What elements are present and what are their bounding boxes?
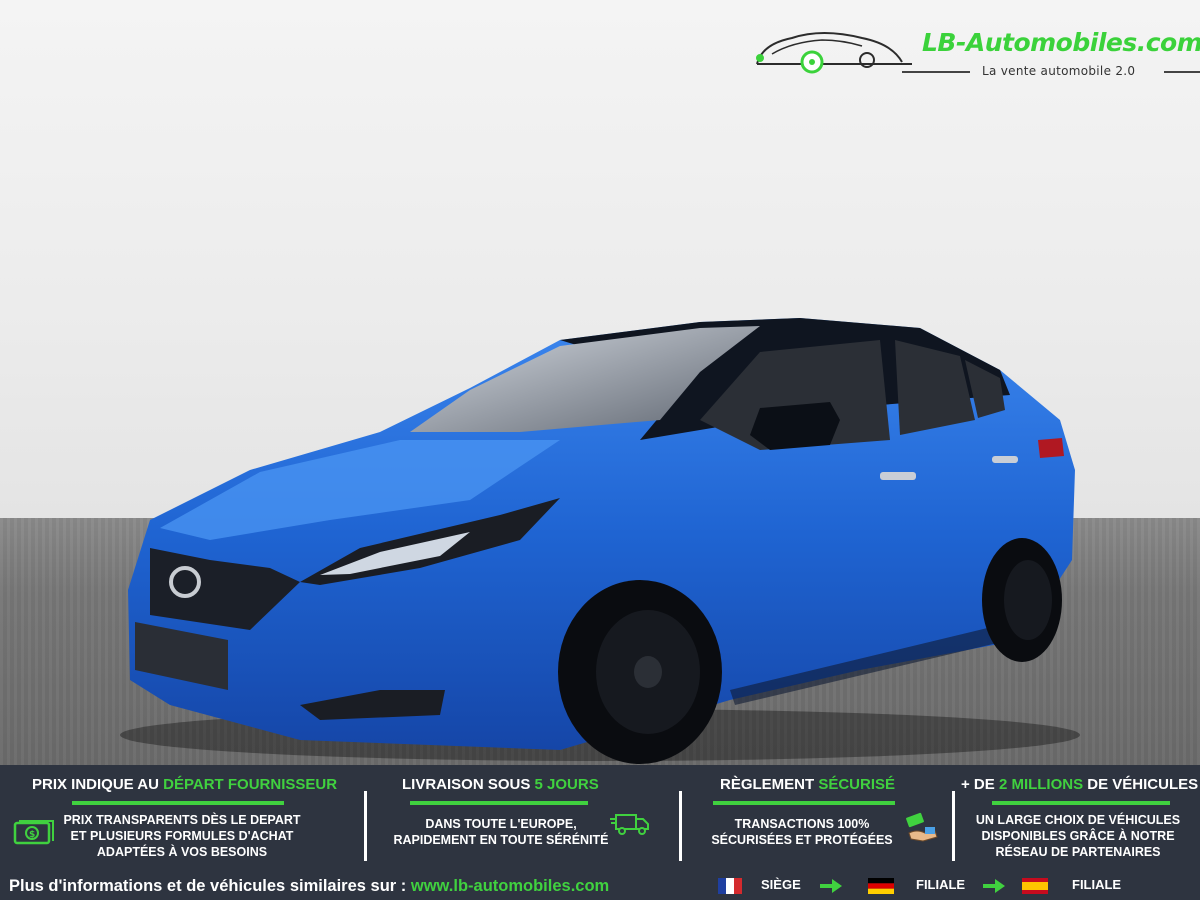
location-label: FILIALE — [916, 877, 966, 892]
logo-car-icon — [756, 32, 912, 74]
vehicles-title: + DE 2 MILLIONS DE VÉHICULES — [961, 776, 1199, 793]
banner-column-delivery: LIVRAISON SOUS 5 JOURS DANS TOUTE L'EURO… — [368, 765, 678, 867]
banner-separator — [364, 791, 367, 861]
price-title-highlight: DÉPART FOURNISSEUR — [163, 776, 338, 793]
money-icon: $ — [13, 820, 54, 845]
delivery-truck-icon — [610, 814, 649, 835]
car-photo: LB-Automobiles.com La vente automobile 2… — [0, 0, 1200, 765]
info-banner: PRIX INDIQUE AU DÉPART FOURNISSEUR $ PRI… — [0, 765, 1200, 900]
germany-flag-icon — [868, 878, 894, 894]
website-link[interactable]: www.lb-automobiles.com — [411, 877, 609, 895]
logo-tagline: La vente automobile 2.0 — [982, 64, 1136, 78]
payment-underline — [713, 801, 895, 805]
arrow-right-icon — [983, 879, 1005, 893]
payment-title-highlight: SÉCURISÉ — [818, 776, 896, 793]
delivery-title-highlight: 5 JOURS — [534, 776, 599, 793]
delivery-title: LIVRAISON SOUS 5 JOURS — [402, 776, 599, 793]
payment-title: RÈGLEMENT SÉCURISÉ — [720, 776, 896, 793]
price-description: PRIX TRANSPARENTS DÈS LE DEPART ET PLUSI… — [63, 813, 301, 859]
spain-flag-icon — [1022, 878, 1048, 894]
location-label: FILIALE — [1072, 877, 1122, 892]
vehicles-underline — [992, 801, 1170, 805]
footer-info: Plus d'informations et de véhicules simi… — [9, 877, 610, 895]
logo-line-right — [1164, 71, 1200, 73]
svg-text:$: $ — [29, 830, 35, 840]
delivery-description: DANS TOUTE L'EUROPE, RAPIDEMENT EN TOUTE… — [393, 817, 609, 847]
logo-line-left — [902, 71, 970, 73]
banner-column-vehicles: + DE 2 MILLIONS DE VÉHICULES UN LARGE CH… — [956, 765, 1200, 867]
delivery-underline — [410, 801, 588, 805]
price-title: PRIX INDIQUE AU DÉPART FOURNISSEUR — [32, 776, 338, 793]
france-flag-icon — [718, 878, 742, 894]
banner-separator — [679, 791, 682, 861]
vehicles-description: UN LARGE CHOIX DE VÉHICULES DISPONIBLES … — [975, 813, 1181, 859]
price-underline — [72, 801, 284, 805]
banner-separator — [952, 791, 955, 861]
banner-column-price: PRIX INDIQUE AU DÉPART FOURNISSEUR $ PRI… — [0, 765, 365, 867]
location-label: SIÈGE — [761, 877, 801, 892]
vehicles-title-highlight: 2 MILLIONS — [998, 776, 1084, 793]
payment-description: TRANSACTIONS 100% SÉCURISÉES ET PROTÉGÉE… — [711, 817, 893, 847]
logo-brand-name: LB-Automobiles.com — [922, 28, 1200, 57]
banner-column-payment: RÈGLEMENT SÉCURISÉ TRANSACTIONS 100% SÉC… — [683, 765, 953, 867]
blue-hatchback-car — [120, 318, 1080, 764]
arrow-right-icon — [820, 879, 842, 893]
brand-logo: LB-Automobiles.com La vente automobile 2… — [752, 24, 1200, 84]
payment-hand-icon — [906, 812, 938, 842]
